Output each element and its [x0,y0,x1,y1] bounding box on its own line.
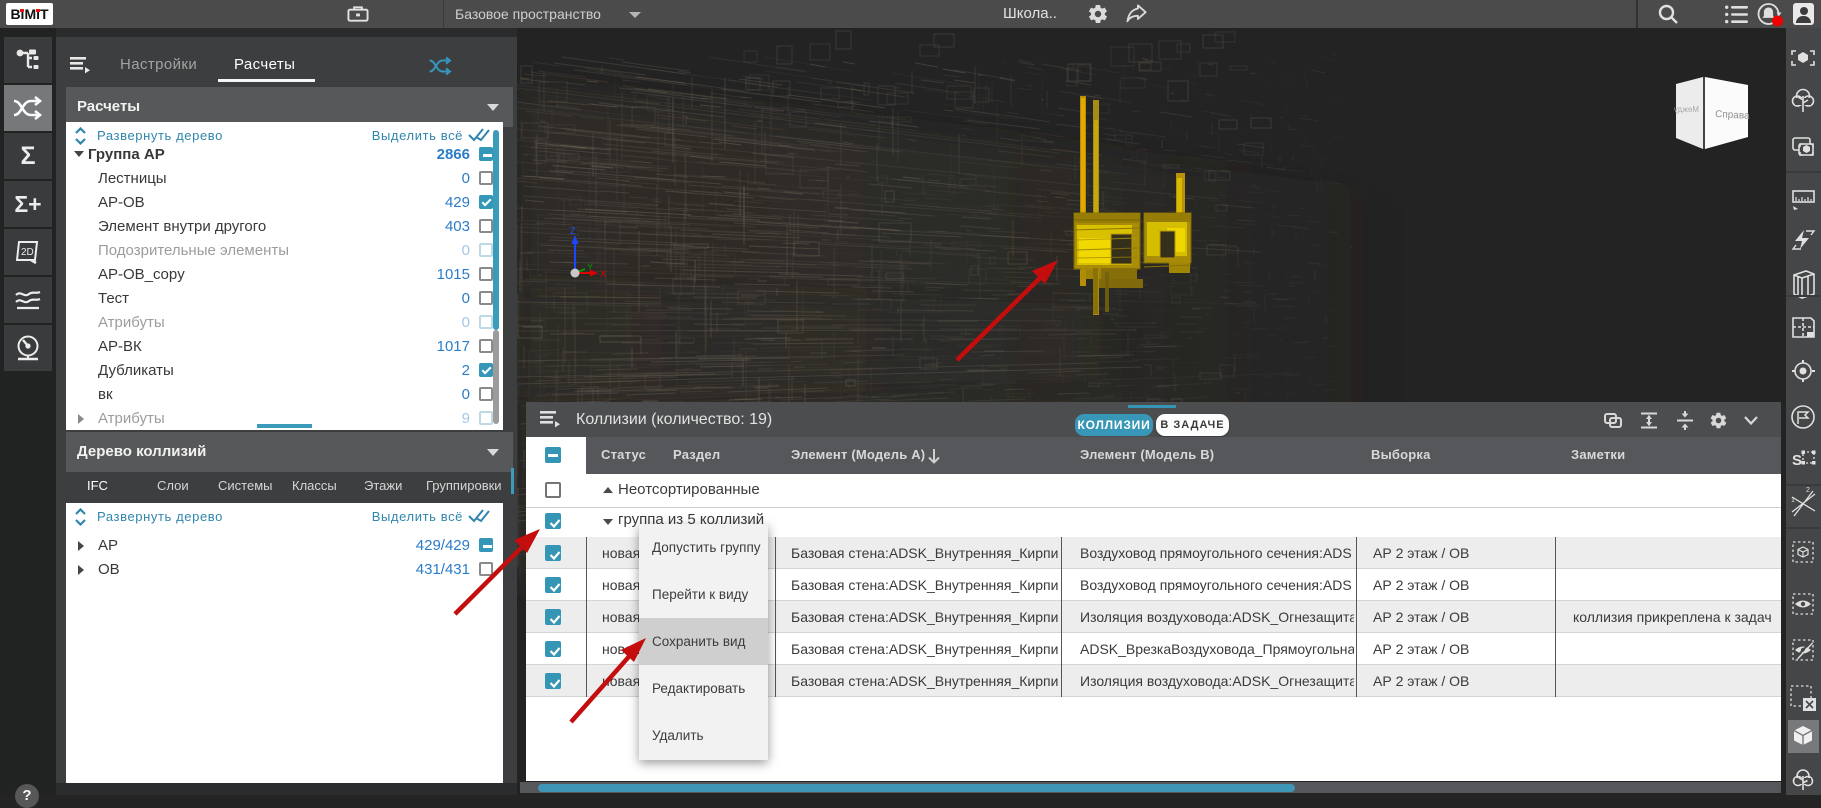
svg-text:1: 1 [1791,497,1795,504]
svg-text:Z: Z [570,226,576,236]
svg-text:Справа: Справа [1715,109,1750,122]
svg-text:Y: Y [587,262,593,272]
svg-text:Между: Между [1674,105,1699,114]
svg-text:X: X [600,269,606,279]
svg-text:2D: 2D [21,247,34,258]
svg-text:2: 2 [1806,487,1810,494]
svg-text:S: S [1792,452,1802,469]
